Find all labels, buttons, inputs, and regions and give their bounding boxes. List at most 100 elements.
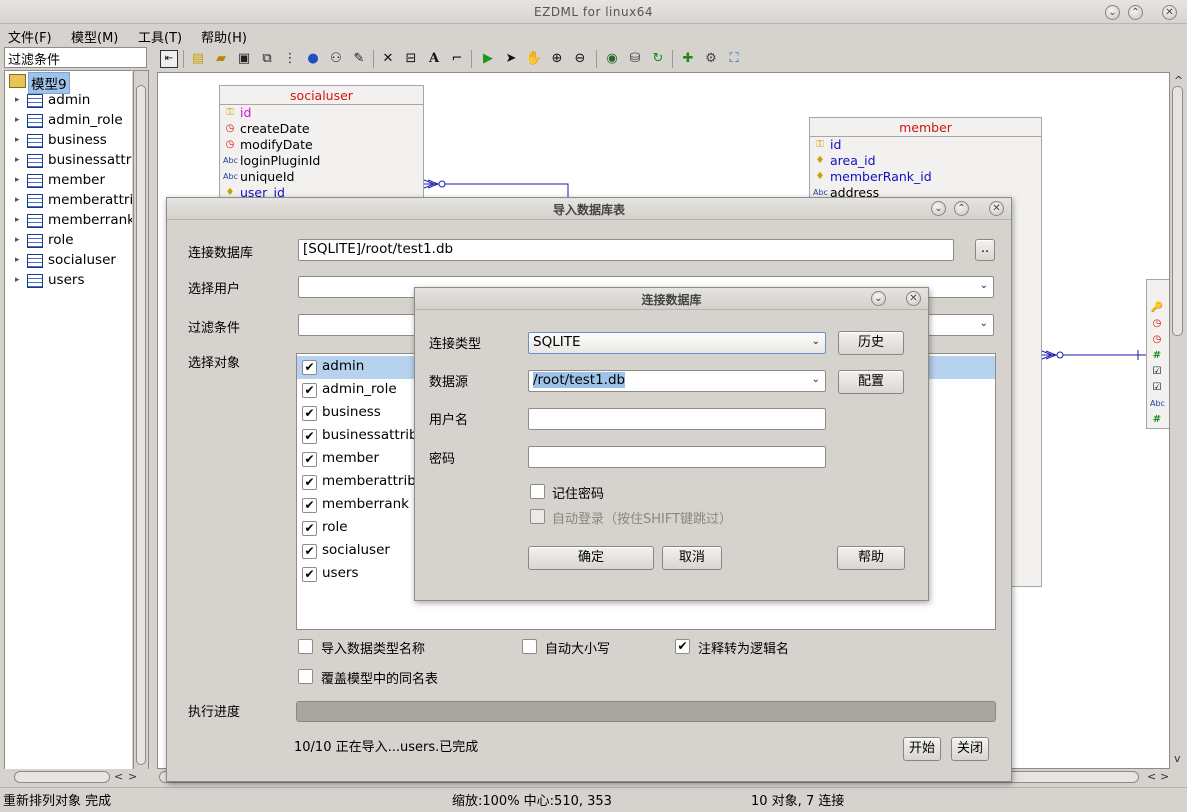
hand-pan-icon[interactable]: ✋: [525, 50, 543, 68]
auto-case-checkbox[interactable]: [522, 639, 537, 654]
close-icon[interactable]: ✕: [906, 291, 921, 306]
eye-icon[interactable]: ◉: [603, 50, 621, 68]
scroll-down-icon[interactable]: v: [1174, 752, 1181, 765]
menu-model[interactable]: 模型(M): [71, 27, 118, 46]
comment-logic-checkbox[interactable]: ✔: [675, 639, 690, 654]
checkbox[interactable]: ✔: [302, 567, 317, 582]
find-binoculars-icon[interactable]: ⚇: [327, 50, 345, 68]
scroll-left-icon[interactable]: <: [114, 770, 123, 783]
open-folder-icon[interactable]: ▰: [212, 50, 230, 68]
expand-icon[interactable]: ▸: [15, 255, 20, 265]
expand-icon[interactable]: ▸: [15, 275, 20, 285]
expand-icon[interactable]: ▸: [15, 155, 20, 165]
checkbox[interactable]: ✔: [302, 521, 317, 536]
scroll-right-icon[interactable]: >: [1160, 770, 1169, 783]
save-icon[interactable]: ▣: [235, 50, 253, 68]
tree-vertical-scrollbar[interactable]: [133, 70, 149, 770]
datasource-select[interactable]: /root/test1.db ⌄: [528, 370, 826, 392]
checkbox[interactable]: ✔: [302, 544, 317, 559]
scroll-thumb[interactable]: [14, 771, 110, 783]
expand-icon[interactable]: ▸: [15, 115, 20, 125]
close-icon[interactable]: ✕: [1162, 5, 1177, 20]
tree-item-label: users: [48, 272, 85, 288]
tree-item-admin[interactable]: ▸ admin: [5, 91, 132, 111]
help-button[interactable]: 帮助: [837, 546, 905, 570]
toggle-panel-icon[interactable]: ⇤: [160, 50, 178, 68]
tree-item-businessattri[interactable]: ▸ businessattri: [5, 151, 132, 171]
username-input[interactable]: [528, 408, 826, 430]
run-icon[interactable]: ▶: [479, 50, 497, 68]
tree-item-member[interactable]: ▸ member: [5, 171, 132, 191]
new-file-icon[interactable]: ▤: [189, 50, 207, 68]
expand-icon[interactable]: ▸: [15, 195, 20, 205]
conn-input[interactable]: [SQLITE]/root/test1.db: [298, 239, 954, 261]
zoom-in-icon[interactable]: ⊕: [548, 50, 566, 68]
expand-icon[interactable]: ▸: [15, 135, 20, 145]
globe-icon[interactable]: ●: [304, 50, 322, 68]
tree-structure-icon[interactable]: ⋮: [281, 50, 299, 68]
table-box-icon[interactable]: ⊟: [402, 50, 420, 68]
expand-icon[interactable]: ▸: [15, 215, 20, 225]
close-icon[interactable]: ✕: [989, 201, 1004, 216]
remember-password-checkbox[interactable]: [530, 484, 545, 499]
auto-login-checkbox[interactable]: [530, 509, 545, 524]
fit-screen-icon[interactable]: ⛶: [725, 50, 743, 68]
cancel-button[interactable]: 取消: [662, 546, 722, 570]
password-input[interactable]: [528, 446, 826, 468]
tree-root-model[interactable]: 模型9: [5, 71, 132, 94]
tree-item-role[interactable]: ▸ role: [5, 231, 132, 251]
browse-button[interactable]: ..: [975, 239, 995, 261]
import-types-checkbox[interactable]: [298, 639, 313, 654]
menu-help[interactable]: 帮助(H): [201, 27, 247, 46]
maximize-icon[interactable]: ⌃: [1128, 5, 1143, 20]
text-icon[interactable]: A: [425, 50, 443, 68]
checkbox[interactable]: ✔: [302, 360, 317, 375]
tree-item-business[interactable]: ▸ business: [5, 131, 132, 151]
tree-filter-input[interactable]: 过滤条件: [4, 47, 147, 68]
menu-file[interactable]: 文件(F): [8, 27, 52, 46]
link-line-icon[interactable]: ⌐: [448, 50, 466, 68]
history-button[interactable]: 历史: [838, 331, 904, 355]
maximize-icon[interactable]: ⌃: [954, 201, 969, 216]
tree-item-admin-role[interactable]: ▸ admin_role: [5, 111, 132, 131]
save-as-icon[interactable]: ⧉: [258, 50, 276, 68]
conn-type-select[interactable]: SQLITE ⌄: [528, 332, 826, 354]
ok-button[interactable]: 确定: [528, 546, 654, 570]
minimize-icon[interactable]: ⌄: [1105, 5, 1120, 20]
zoom-out-icon[interactable]: ⊖: [571, 50, 589, 68]
overwrite-checkbox[interactable]: [298, 669, 313, 684]
tree-horizontal-scrollbar[interactable]: < >: [4, 769, 149, 785]
expand-icon[interactable]: ▸: [15, 175, 20, 185]
tree-item-memberattrib[interactable]: ▸ memberattrib: [5, 191, 132, 211]
username-label: 用户名: [429, 413, 469, 428]
scroll-left-icon[interactable]: <: [1147, 770, 1156, 783]
checkbox[interactable]: ✔: [302, 498, 317, 513]
config-button[interactable]: 配置: [838, 370, 904, 394]
minimize-icon[interactable]: ⌄: [871, 291, 886, 306]
menu-tools[interactable]: 工具(T): [138, 27, 182, 46]
scroll-right-icon[interactable]: >: [128, 770, 137, 783]
expand-icon[interactable]: ▸: [15, 235, 20, 245]
checkbox[interactable]: ✔: [302, 475, 317, 490]
minimize-icon[interactable]: ⌄: [931, 201, 946, 216]
start-button[interactable]: 开始: [903, 737, 941, 761]
checkbox[interactable]: ✔: [302, 383, 317, 398]
delete-icon[interactable]: ✕: [379, 50, 397, 68]
scroll-thumb[interactable]: [136, 85, 146, 765]
refresh-icon[interactable]: ↻: [649, 50, 667, 68]
db-import-icon[interactable]: ⛁: [626, 50, 644, 68]
scroll-thumb[interactable]: [1172, 86, 1183, 336]
pencil-icon[interactable]: ✎: [350, 50, 368, 68]
expand-icon[interactable]: ▸: [15, 95, 20, 105]
tree-item-socialuser[interactable]: ▸ socialuser: [5, 251, 132, 271]
pointer-icon[interactable]: ➤: [502, 50, 520, 68]
checkbox[interactable]: ✔: [302, 406, 317, 421]
tree-item-users[interactable]: ▸ users: [5, 271, 132, 291]
tree-item-memberrank[interactable]: ▸ memberrank: [5, 211, 132, 231]
close-button[interactable]: 关闭: [951, 737, 989, 761]
checkbox[interactable]: ✔: [302, 452, 317, 467]
canvas-vertical-scrollbar[interactable]: ^ v: [1170, 72, 1187, 769]
add-list-icon[interactable]: ✚: [679, 50, 697, 68]
settings-icon[interactable]: ⚙: [702, 50, 720, 68]
checkbox[interactable]: ✔: [302, 429, 317, 444]
